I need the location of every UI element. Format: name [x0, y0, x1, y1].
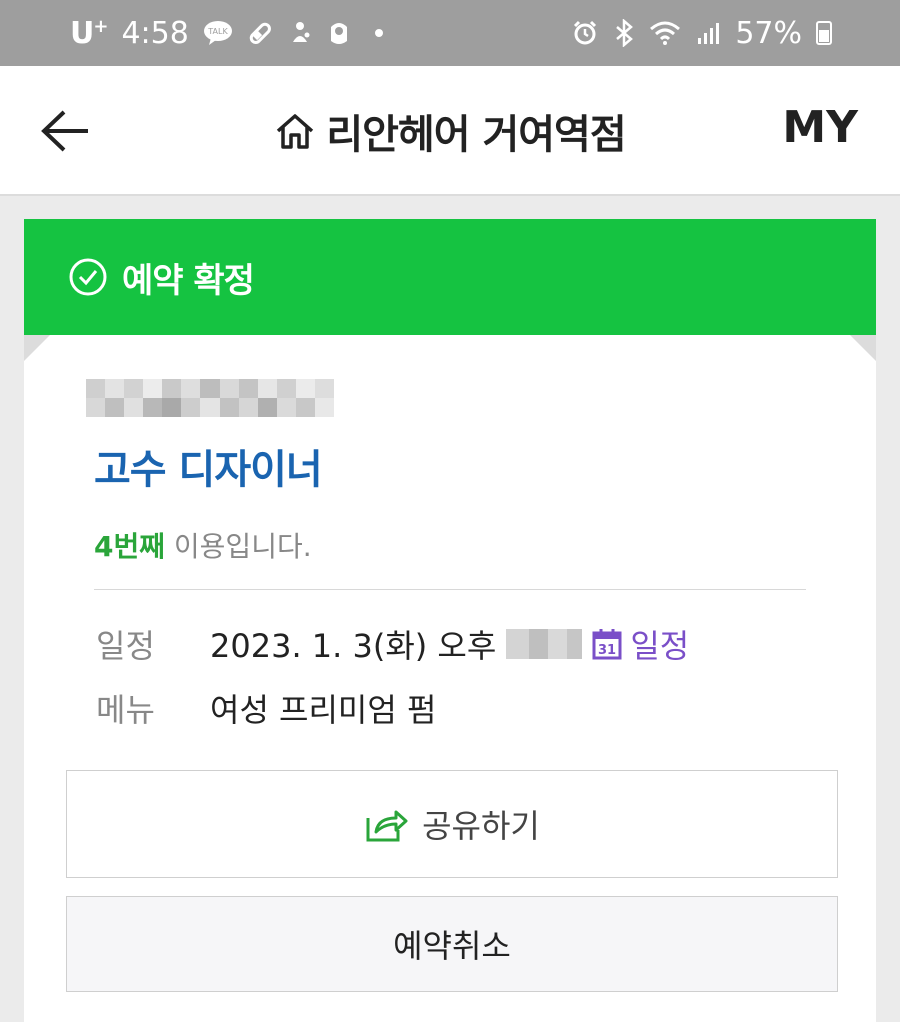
banner-title: 예약 확정 — [122, 260, 255, 301]
menu-row: 메뉴 여성 프리미엄 펌 — [96, 685, 436, 731]
blurred-time — [506, 629, 583, 659]
blurred-customer-name — [86, 379, 334, 417]
notification-dot — [374, 29, 383, 37]
clock: 4:58 — [121, 15, 189, 51]
pill-icon — [247, 20, 273, 46]
status-bar: U+ 4:58 TALK 57% — [0, 0, 900, 66]
schedule-row: 일정 2023. 1. 3(화) 오후 31 일정 — [96, 621, 689, 667]
visit-count-text: 4번째 이용입니다. — [94, 525, 312, 565]
alarm-icon — [571, 19, 599, 47]
schedule-value: 2023. 1. 3(화) 오후 — [210, 627, 497, 665]
schedule-label: 일정 — [96, 627, 155, 665]
share-icon — [366, 810, 408, 842]
my-page-button[interactable]: MY — [782, 102, 858, 153]
signal-icon — [697, 21, 721, 45]
calendar-day: 31 — [598, 643, 616, 658]
share-button[interactable]: 공유하기 — [66, 770, 838, 878]
page-title: 리안헤어 거여역점 — [0, 102, 900, 160]
menu-value: 여성 프리미엄 펌 — [210, 691, 437, 729]
battery-percent: 57% — [735, 15, 802, 51]
share-button-label: 공유하기 — [422, 807, 540, 845]
kakaotalk-badge: TALK — [207, 27, 228, 36]
reservation-card: 예약 확정 고수 디자이너 4번째 이용입니다. 일정 2023. 1. 3(화… — [24, 219, 876, 1022]
status-bar-left: U+ 4:58 TALK — [70, 16, 383, 51]
calendar-icon: 31 — [592, 629, 622, 660]
wifi-icon — [649, 20, 683, 46]
shop-title: 리안헤어 거여역점 — [326, 112, 626, 158]
check-circle-icon — [69, 258, 107, 296]
confirmation-banner: 예약 확정 — [24, 219, 876, 335]
status-bar-right: 57% — [571, 16, 832, 51]
cancel-reservation-button[interactable]: 예약취소 — [66, 896, 838, 992]
visit-suffix: 이용입니다. — [165, 530, 312, 563]
ribbon-fold-right — [850, 335, 876, 361]
ribbon-fold-left — [24, 335, 50, 361]
kakaotalk-icon: TALK — [203, 20, 233, 46]
stroller-icon — [287, 20, 313, 46]
baby-icon — [327, 19, 351, 47]
carrier-label: U+ — [70, 15, 108, 51]
designer-name: 고수 디자이너 — [94, 447, 323, 493]
divider — [94, 589, 806, 590]
battery-icon — [816, 21, 832, 45]
app-header: 리안헤어 거여역점 MY — [0, 66, 900, 196]
visit-count: 4번째 — [94, 530, 166, 563]
home-icon — [277, 114, 314, 149]
menu-label: 메뉴 — [96, 691, 155, 729]
bluetooth-icon — [613, 19, 635, 47]
cancel-button-label: 예약취소 — [393, 927, 511, 965]
add-to-calendar-link[interactable]: 31 일정 — [592, 621, 689, 667]
calendar-link-label: 일정 — [630, 627, 690, 665]
